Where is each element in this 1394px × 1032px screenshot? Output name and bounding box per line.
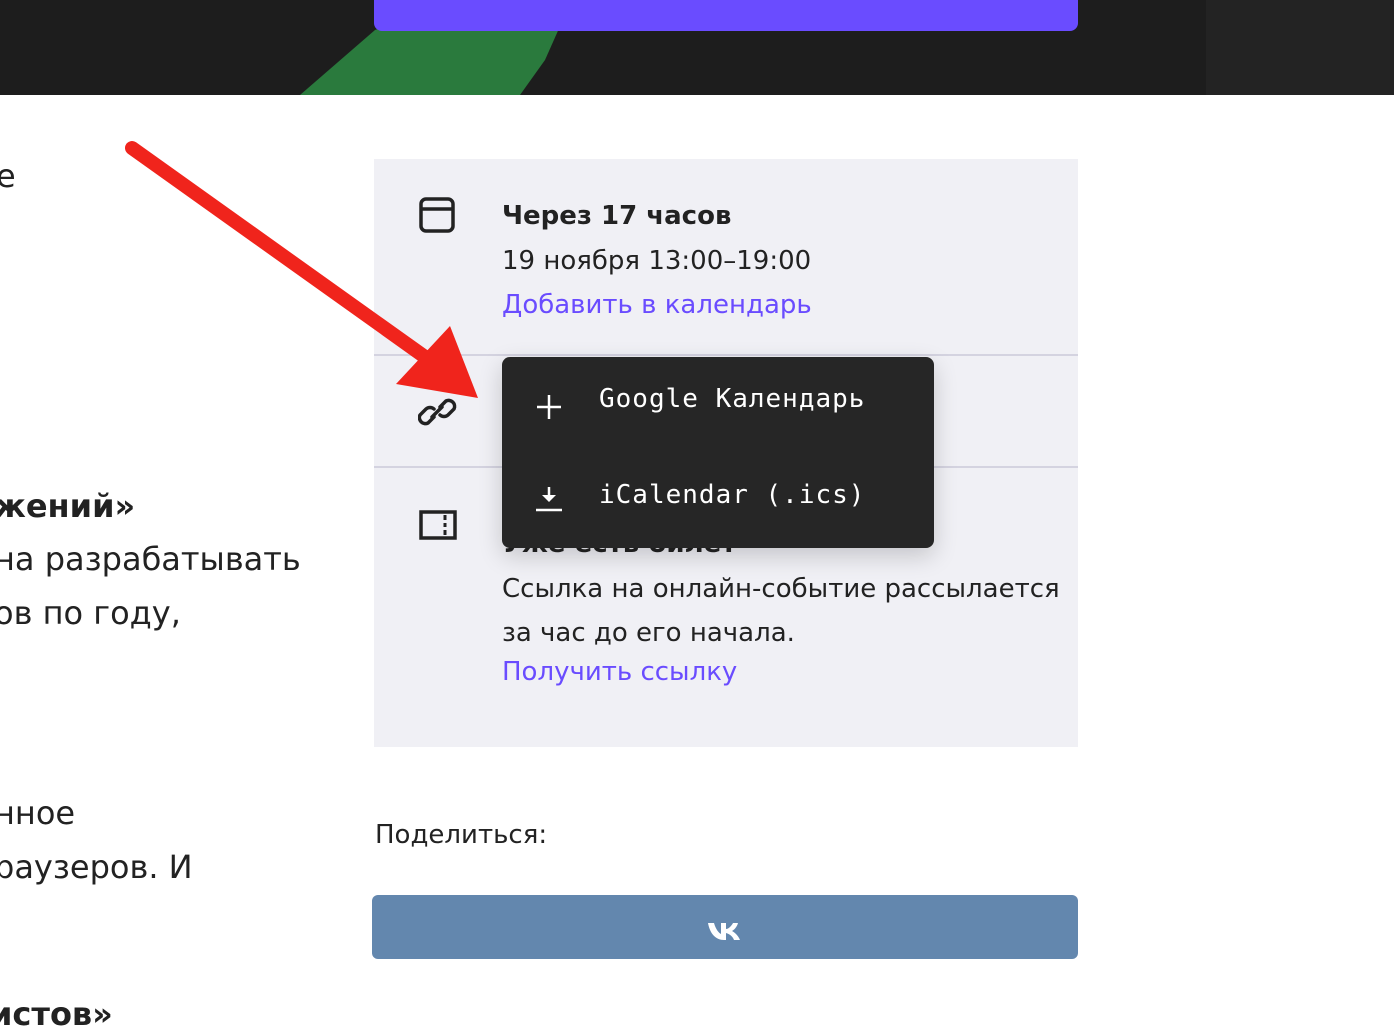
register-button[interactable] — [374, 0, 1078, 31]
menu-item-google-calendar[interactable]: Google Календарь — [502, 357, 934, 447]
vk-logo-icon — [708, 923, 740, 940]
article-text-line: нное — [0, 794, 76, 832]
article-text-line: раузеров. И — [0, 848, 193, 886]
link-icon — [418, 398, 457, 426]
article-heading-line: истов» — [0, 995, 113, 1032]
article-text-line: ов по году, — [0, 594, 181, 632]
share-label: Поделиться: — [375, 820, 548, 850]
plus-icon — [537, 395, 561, 419]
article-heading-line: жений» — [0, 487, 136, 525]
article-text-line: е — [0, 157, 16, 195]
ticket-icon — [419, 510, 457, 540]
menu-item-label: iCalendar (.ics) — [599, 480, 866, 510]
calendar-icon — [419, 197, 455, 233]
download-icon — [536, 487, 562, 512]
menu-item-label: Google Календарь — [599, 384, 866, 414]
article-text-line: на разрабатывать — [0, 540, 301, 578]
card-divider — [374, 354, 1078, 356]
add-to-calendar-link[interactable]: Добавить в календарь — [502, 288, 812, 322]
hero-right-panel — [1206, 0, 1394, 95]
get-link-link[interactable]: Получить ссылку — [502, 655, 737, 689]
event-time-relative: Через 17 часов — [502, 201, 732, 231]
online-event-description: Ссылка на онлайн-событие рассылается за … — [502, 574, 1060, 648]
menu-item-icalendar[interactable]: iCalendar (.ics) — [502, 453, 934, 543]
add-to-calendar-menu: Google Календарь iCalendar (.ics) — [502, 357, 934, 548]
event-date: 19 ноября 13:00–19:00 — [502, 246, 812, 276]
hero-banner — [0, 0, 1394, 95]
